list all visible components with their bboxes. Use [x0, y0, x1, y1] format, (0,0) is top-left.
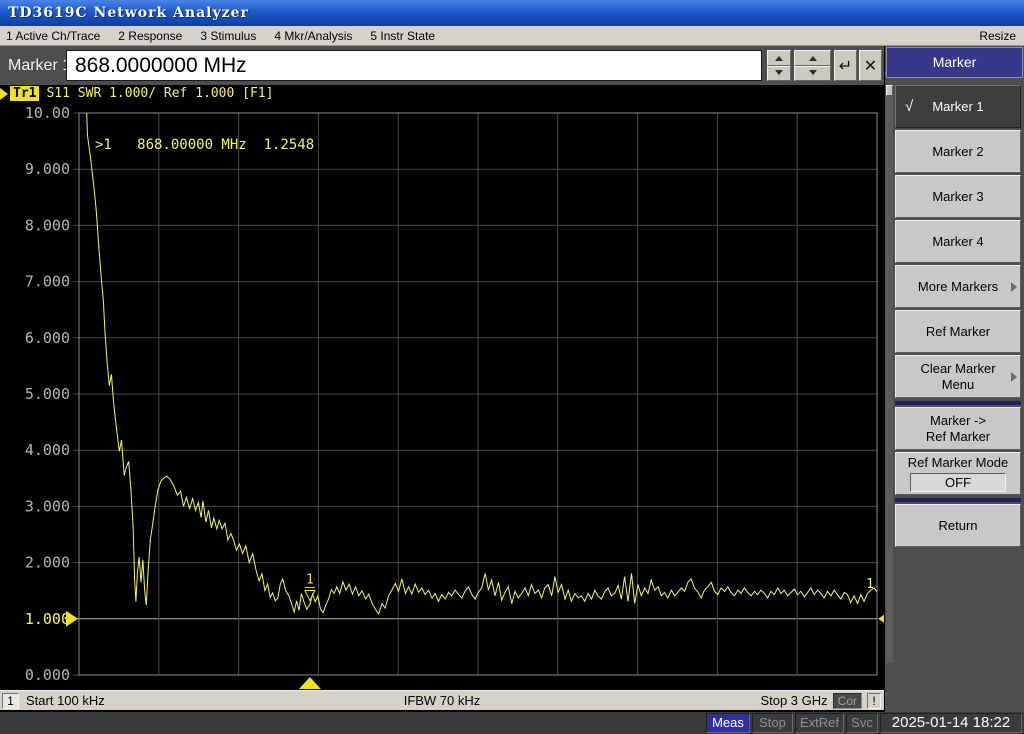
svg-text:1: 1	[306, 572, 314, 587]
menu-instr-state[interactable]: 5 Instr State	[370, 29, 435, 43]
softkey-menu-title: Marker	[886, 47, 1023, 78]
svg-text:3.000: 3.000	[25, 497, 70, 515]
down-arrow-icon	[809, 70, 817, 75]
meas-status-indicator: Meas	[706, 713, 750, 733]
fine-stepper	[767, 50, 791, 81]
marker-entry-bar: Marker 1 ↵ ✕	[0, 46, 884, 85]
sidebar-button-marker-3[interactable]: Marker 3	[895, 175, 1021, 218]
menu-active-ch-trace[interactable]: 1 Active Ch/Trace	[6, 29, 100, 43]
warning-indicator: !	[867, 693, 881, 709]
button-label: Return	[938, 518, 977, 534]
menu-response[interactable]: 2 Response	[118, 29, 182, 43]
button-label: Clear Marker	[920, 361, 995, 377]
sidebar-button-marker-4[interactable]: Marker 4	[895, 220, 1021, 263]
svg-text:1: 1	[866, 577, 874, 592]
fine-step-down-button[interactable]	[767, 66, 791, 82]
sidebar-separator	[895, 498, 1021, 502]
sidebar-button-marker-1[interactable]: √ Marker 1	[895, 85, 1021, 128]
marker-entry-label: Marker 1	[8, 46, 71, 85]
button-label: Marker 1	[932, 99, 983, 115]
active-trace-arrow-icon	[0, 88, 8, 100]
ref-marker-mode-state: OFF	[910, 473, 1006, 492]
trace-header: Tr1 S11 SWR 1.000/ Ref 1.000 [F1]	[0, 86, 273, 101]
svg-text:5.000: 5.000	[25, 385, 70, 403]
sidebar-button-marker-to-ref[interactable]: Marker -> Ref Marker	[895, 407, 1021, 450]
channel-number-badge: 1	[2, 693, 19, 709]
svg-text:6.000: 6.000	[25, 329, 70, 347]
enter-icon: ↵	[839, 56, 852, 76]
sidebar-button-ref-marker-mode[interactable]: Ref Marker Mode OFF	[895, 452, 1021, 495]
svg-text:2.000: 2.000	[25, 554, 70, 572]
extref-status-indicator: ExtRef	[795, 713, 844, 733]
svg-text:1.000: 1.000	[25, 610, 70, 628]
button-label: Marker 4	[932, 234, 983, 250]
chart-area: 10.00 9.000 8.000 7.000 6.000 5.000 4.000 3.000…	[0, 85, 884, 690]
sidebar-scroll-thumb[interactable]	[886, 85, 893, 96]
correction-indicator: Cor	[833, 693, 862, 709]
svg-text:0.000: 0.000	[25, 666, 70, 684]
up-arrow-icon	[809, 56, 817, 61]
sidebar-scroll-track[interactable]	[886, 85, 893, 663]
swr-chart[interactable]: 10.00 9.000 8.000 7.000 6.000 5.000 4.000 3.000…	[0, 85, 884, 690]
entry-close-button[interactable]: ✕	[859, 50, 882, 81]
window-title: TD3619C Network Analyzer	[8, 5, 249, 21]
down-arrow-icon	[775, 70, 783, 75]
sidebar-button-return[interactable]: Return	[895, 504, 1021, 547]
sidebar-button-more-markers[interactable]: More Markers	[895, 265, 1021, 308]
ifbw-label: IFBW 70 kHz	[404, 693, 481, 708]
svg-text:10.00: 10.00	[25, 104, 70, 122]
title-bar[interactable]: TD3619C Network Analyzer	[0, 0, 1024, 26]
submenu-arrow-icon	[1011, 372, 1017, 382]
sidebar-button-ref-marker[interactable]: Ref Marker	[895, 310, 1021, 353]
sidebar-button-clear-marker-menu[interactable]: Clear Marker Menu	[895, 355, 1021, 398]
menu-stimulus[interactable]: 3 Stimulus	[200, 29, 256, 43]
button-label: Marker ->	[930, 413, 986, 429]
stimulus-bar: 1 Start 100 kHz IFBW 70 kHz Stop 3 GHz C…	[0, 690, 884, 710]
svg-text:9.000: 9.000	[25, 160, 70, 178]
stop-frequency-label: Stop 3 GHz	[760, 693, 827, 708]
button-label: More Markers	[918, 279, 998, 295]
coarse-stepper	[794, 50, 831, 81]
coarse-step-down-button[interactable]	[794, 66, 831, 82]
trace-id-badge[interactable]: Tr1	[10, 86, 39, 101]
stop-status-indicator: Stop	[752, 713, 793, 733]
menu-bar: 1 Active Ch/Trace 2 Response 3 Stimulus …	[0, 26, 1024, 46]
marker-frequency-input[interactable]	[66, 50, 762, 81]
submenu-arrow-icon	[1011, 282, 1017, 292]
app-window: TD3619C Network Analyzer 1 Active Ch/Tra…	[0, 0, 1024, 734]
softkey-sidebar: Marker √ Marker 1 Marker 2 Marker 3 Mark…	[885, 46, 1024, 712]
svg-text:7.000: 7.000	[25, 273, 70, 291]
button-label: Ref Marker	[926, 324, 990, 340]
coarse-step-up-button[interactable]	[794, 50, 831, 66]
svg-text:8.000: 8.000	[25, 216, 70, 234]
start-frequency-label: Start 100 kHz	[26, 693, 105, 708]
marker-readout: >1 868.00000 MHz 1.2548	[95, 137, 314, 153]
button-label-line2: Ref Marker	[926, 429, 990, 445]
svc-status-indicator: Svc	[846, 713, 878, 733]
button-label-line2: Menu	[942, 377, 975, 393]
trace-info-text: S11 SWR 1.000/ Ref 1.000 [F1]	[46, 86, 273, 101]
fine-step-up-button[interactable]	[767, 50, 791, 66]
button-label: Marker 3	[932, 189, 983, 205]
sidebar-button-marker-2[interactable]: Marker 2	[895, 130, 1021, 173]
sidebar-separator	[895, 401, 1021, 405]
button-label: Ref Marker Mode	[908, 455, 1008, 471]
button-label: Marker 2	[932, 144, 983, 160]
entry-enter-button[interactable]: ↵	[834, 50, 857, 81]
datetime-display: 2025-01-14 18:22	[880, 713, 1022, 733]
svg-text:4.000: 4.000	[25, 441, 70, 459]
up-arrow-icon	[775, 56, 783, 61]
close-icon: ✕	[864, 56, 877, 76]
menu-resize[interactable]: Resize	[979, 29, 1024, 43]
check-icon: √	[905, 99, 913, 115]
status-bar: Meas Stop ExtRef Svc 2025-01-14 18:22	[0, 712, 1024, 734]
menu-mkr-analysis[interactable]: 4 Mkr/Analysis	[274, 29, 352, 43]
